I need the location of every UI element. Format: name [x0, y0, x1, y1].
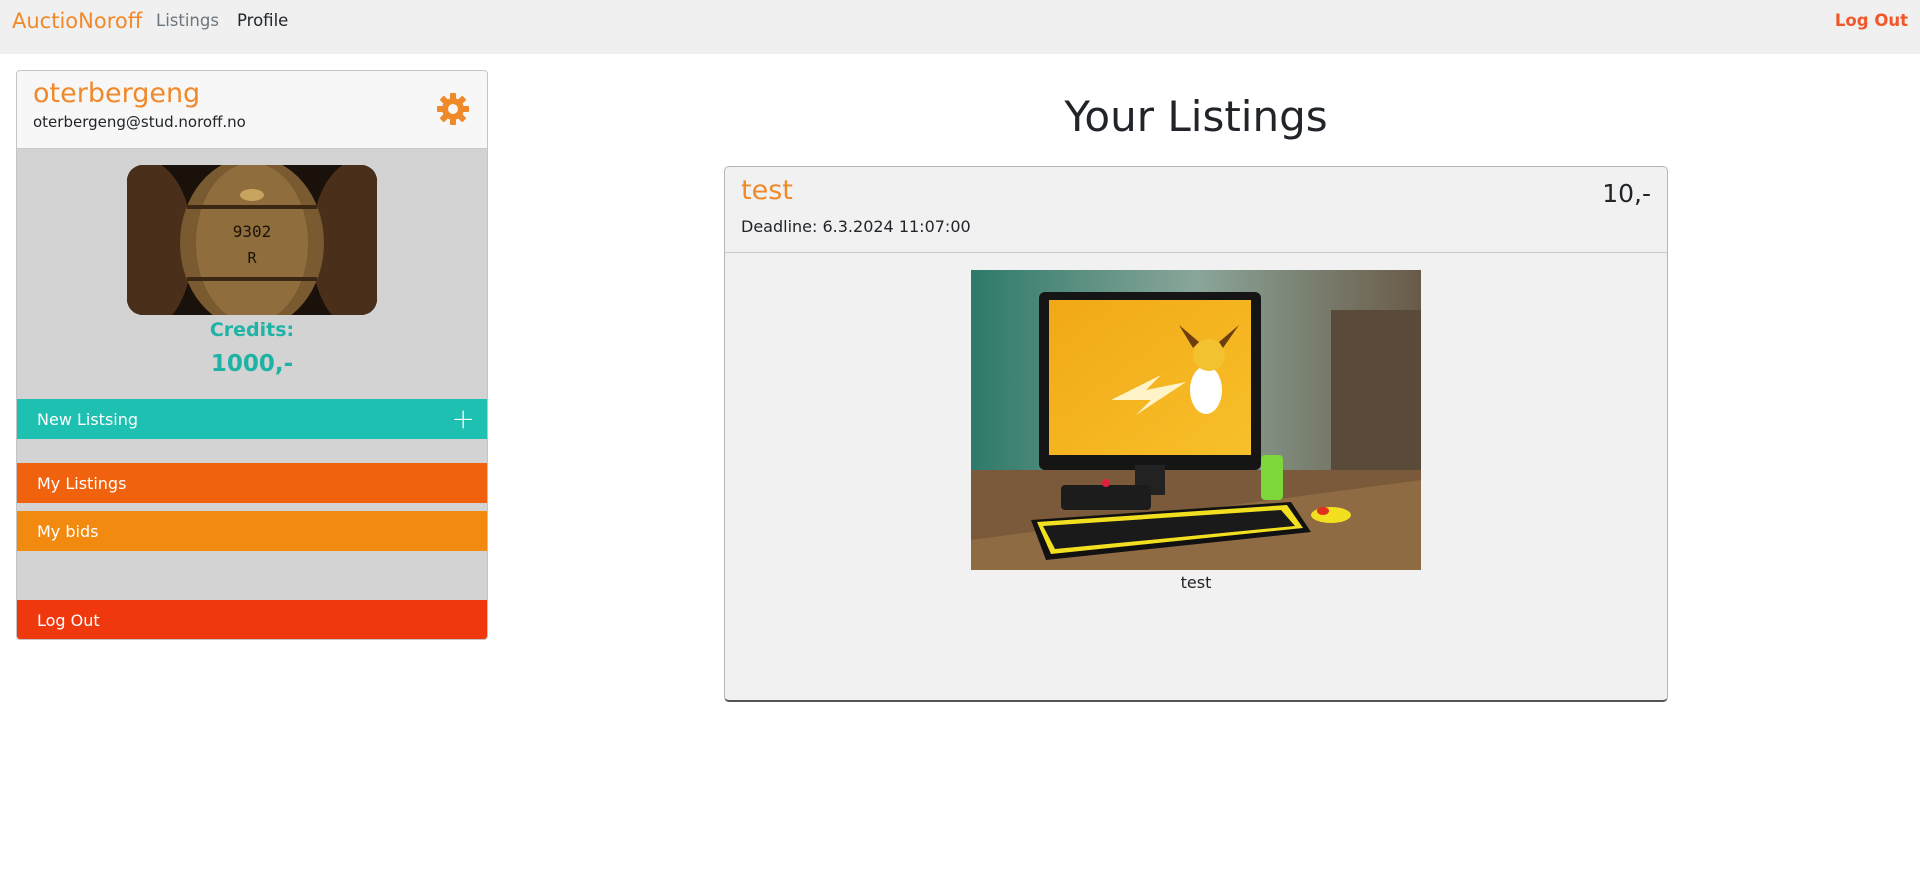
- svg-text:9302: 9302: [233, 222, 272, 241]
- nav-link-listings[interactable]: Listings: [156, 11, 219, 30]
- page-title: Your Listings: [1064, 92, 1328, 141]
- my-bids-button[interactable]: My bids: [17, 511, 487, 551]
- gear-icon[interactable]: [435, 91, 471, 127]
- listing-card[interactable]: test 10,- Deadline: 6.3.2024 11:07:00 te…: [724, 166, 1668, 702]
- svg-text:R: R: [247, 249, 257, 267]
- profile-username: oterbergeng: [33, 78, 201, 109]
- my-listings-button[interactable]: My Listings: [17, 463, 487, 503]
- listing-price: 10,-: [1602, 179, 1651, 208]
- credits-label: Credits:: [209, 319, 295, 341]
- sidebar-logout-button[interactable]: Log Out: [17, 600, 487, 639]
- listing-deadline: Deadline: 6.3.2024 11:07:00: [741, 217, 971, 236]
- new-listing-label: New Listsing: [37, 409, 139, 429]
- top-navbar: AuctioNoroff Listings Profile Log Out: [0, 0, 1920, 54]
- listing-title[interactable]: test: [741, 175, 793, 206]
- profile-card-header: oterbergeng oterbergeng@stud.noroff.no: [17, 71, 487, 149]
- my-bids-label: My bids: [37, 521, 99, 541]
- plus-icon: +: [451, 402, 475, 435]
- new-listing-button[interactable]: New Listsing +: [17, 399, 487, 439]
- nav-link-profile[interactable]: Profile: [237, 11, 288, 30]
- profile-email: oterbergeng@stud.noroff.no: [33, 113, 246, 131]
- listing-caption: test: [1180, 573, 1212, 592]
- credits-value: 1000,-: [210, 351, 294, 377]
- profile-card: oterbergeng oterbergeng@stud.noroff.no 9…: [16, 70, 488, 640]
- profile-avatar: 9302 R: [127, 165, 377, 315]
- listing-card-header: test 10,- Deadline: 6.3.2024 11:07:00: [725, 167, 1667, 253]
- my-listings-label: My Listings: [37, 473, 127, 493]
- listing-image[interactable]: [971, 270, 1421, 570]
- nav-logout-link[interactable]: Log Out: [1835, 11, 1908, 30]
- brand-logo-link[interactable]: AuctioNoroff: [12, 9, 142, 33]
- sidebar-logout-label: Log Out: [37, 610, 100, 630]
